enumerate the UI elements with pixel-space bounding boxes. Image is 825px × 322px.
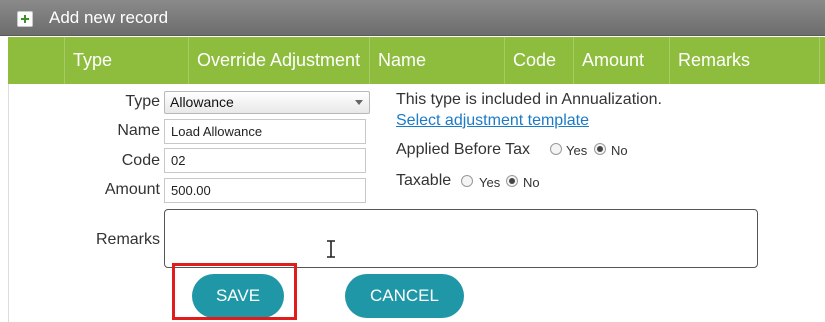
amount-label: Amount xyxy=(104,181,160,198)
header-trailing-cell xyxy=(819,37,825,84)
panel-title: Add new record xyxy=(49,8,169,27)
plus-icon[interactable] xyxy=(17,11,33,27)
type-select[interactable]: Allowance xyxy=(164,91,370,114)
column-header-override-adjustment[interactable]: Override Adjustment xyxy=(188,37,369,84)
select-adjustment-template-link[interactable]: Select adjustment template xyxy=(396,112,589,130)
annualization-info: This type is included in Annualization. xyxy=(396,91,662,108)
column-header-remarks[interactable]: Remarks xyxy=(669,37,819,84)
column-header-code[interactable]: Code xyxy=(504,37,573,84)
column-header-amount[interactable]: Amount xyxy=(573,37,669,84)
code-label: Code xyxy=(121,152,160,169)
applied-before-tax-label: Applied Before Tax xyxy=(396,141,531,158)
save-button-highlight-box xyxy=(172,263,297,320)
amount-input[interactable]: 500.00 xyxy=(164,178,366,203)
name-input[interactable]: Load Allowance xyxy=(164,119,366,144)
type-label: Type xyxy=(125,93,160,110)
text-cursor-icon xyxy=(327,240,335,258)
name-label: Name xyxy=(117,122,160,139)
applied-before-tax-no-radio[interactable] xyxy=(594,143,606,155)
remarks-label: Remarks xyxy=(95,231,160,248)
taxable-yes-label: Yes xyxy=(479,175,501,190)
column-header-type[interactable]: Type xyxy=(64,37,188,84)
taxable-no-label: No xyxy=(523,175,540,190)
chevron-down-icon xyxy=(355,100,363,105)
applied-before-tax-no-label: No xyxy=(611,143,628,158)
header-spacer xyxy=(8,37,64,84)
type-select-value: Allowance xyxy=(170,94,234,110)
taxable-label: Taxable xyxy=(396,172,452,189)
taxable-yes-radio[interactable] xyxy=(461,175,473,187)
taxable-no-radio[interactable] xyxy=(506,175,518,187)
code-input[interactable]: 02 xyxy=(164,148,366,173)
table-header-row: Type Override Adjustment Name Code Amoun… xyxy=(8,37,825,84)
remarks-textarea[interactable] xyxy=(164,209,758,268)
applied-before-tax-yes-label: Yes xyxy=(566,143,588,158)
cancel-button[interactable]: CANCEL xyxy=(345,274,464,318)
column-header-name[interactable]: Name xyxy=(369,37,504,84)
applied-before-tax-yes-radio[interactable] xyxy=(550,143,562,155)
panel-titlebar: Add new record xyxy=(0,0,825,36)
